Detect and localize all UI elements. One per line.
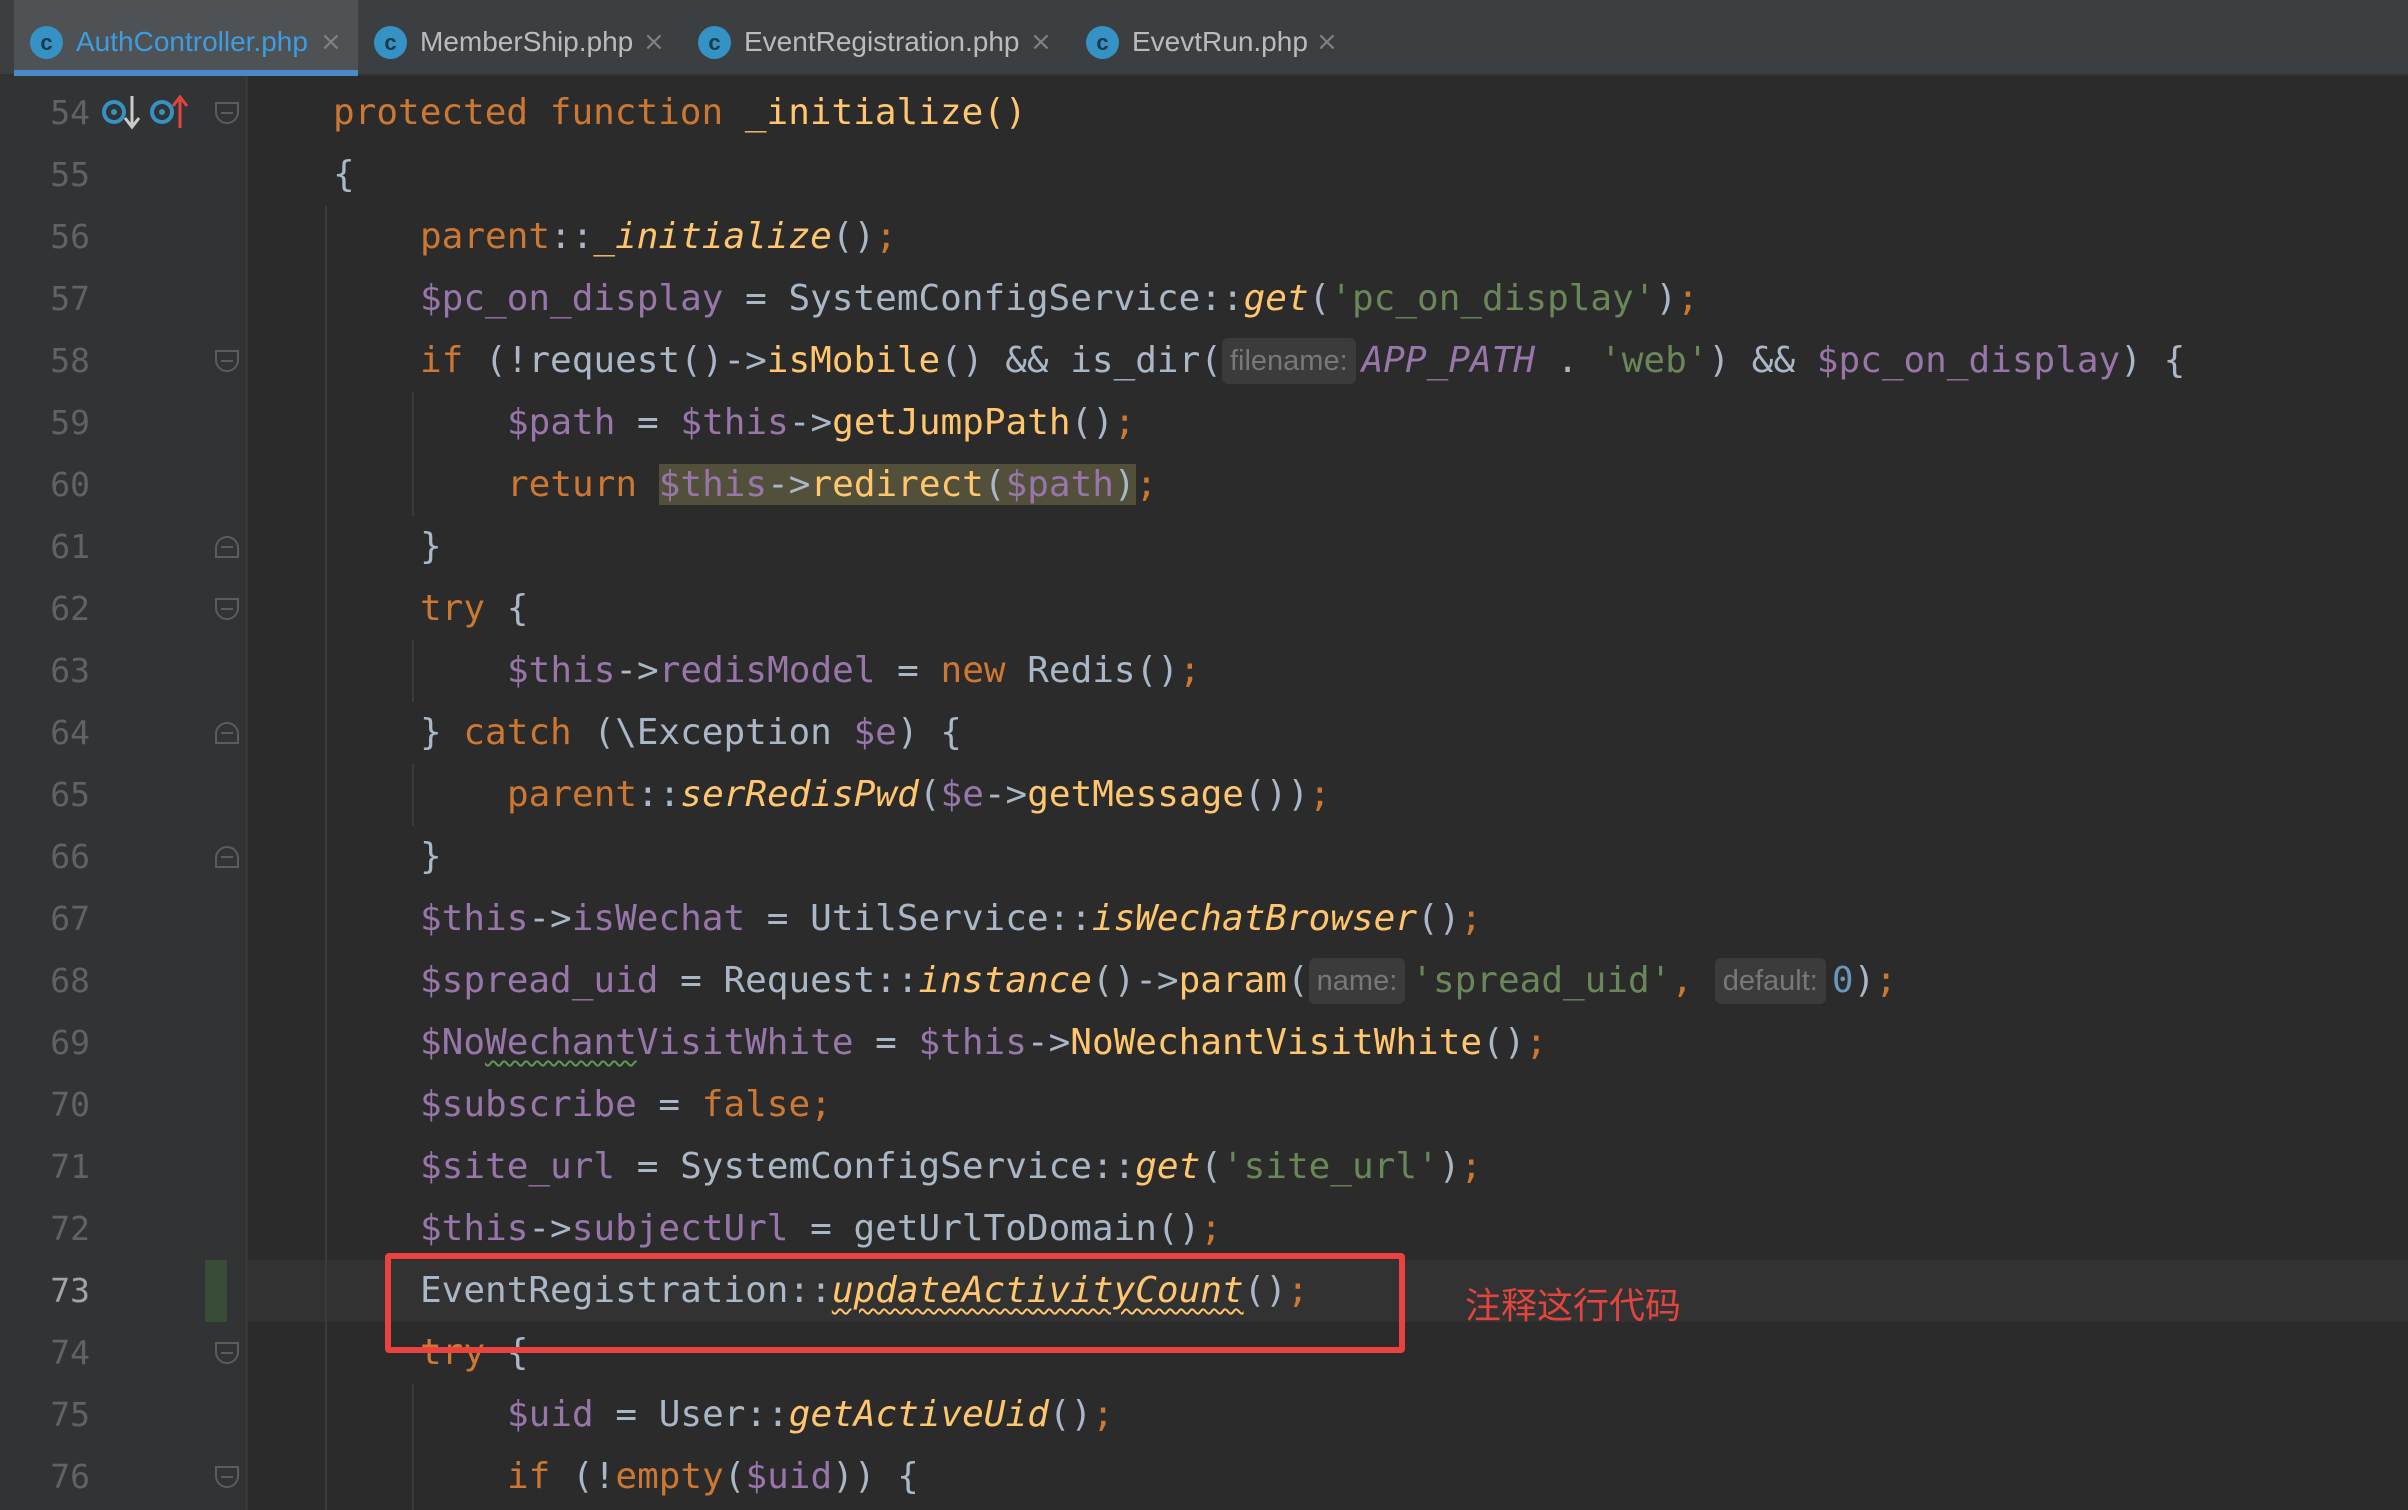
line-number: 63	[50, 651, 90, 690]
vcs-change-marker[interactable]	[205, 1260, 227, 1322]
php-class-icon: c	[698, 26, 731, 59]
code-line-75[interactable]: $uid = User::getActiveUid();	[333, 1384, 1114, 1446]
line-number: 74	[50, 1333, 90, 1372]
line-number: 67	[50, 899, 90, 938]
line-number: 60	[50, 465, 90, 504]
tab-label: EvevtRun.php	[1132, 26, 1308, 57]
line-number: 68	[50, 961, 90, 1000]
return-expression-highlight: $this->redirect($path)	[658, 464, 1136, 505]
code-line-58[interactable]: if (!request()->isMobile() && is_dir(fil…	[333, 330, 2185, 392]
code-line-60[interactable]: return $this->redirect($path);	[333, 454, 1157, 516]
tab-label: EventRegistration.php	[744, 26, 1020, 57]
code-line-71[interactable]: $site_url = SystemConfigService::get('si…	[333, 1136, 1482, 1198]
line-number: 65	[50, 775, 90, 814]
line-number: 71	[50, 1147, 90, 1186]
line-number: 61	[50, 527, 90, 566]
line-number: 72	[50, 1209, 90, 1248]
parameter-hint: name:	[1308, 958, 1406, 1004]
php-class-icon: c	[374, 26, 407, 59]
line-number: 69	[50, 1023, 90, 1062]
tab-evevt-run[interactable]: c EvevtRun.php ×	[1070, 0, 1360, 76]
tab-label: MemberShip.php	[420, 26, 634, 57]
code-line-76[interactable]: if (!empty($uid)) {	[333, 1446, 919, 1508]
line-number: 59	[50, 403, 90, 442]
line-number: 57	[50, 279, 90, 318]
line-number: 56	[50, 217, 90, 256]
code-line-68[interactable]: $spread_uid = Request::instance()->param…	[333, 950, 1897, 1012]
close-icon[interactable]: ×	[1316, 24, 1338, 60]
close-icon[interactable]: ×	[643, 24, 665, 60]
line-number: 76	[50, 1457, 90, 1496]
line-number: 70	[50, 1085, 90, 1124]
code-line-56[interactable]: parent::_initialize();	[333, 206, 897, 268]
code-line-62[interactable]: try {	[333, 578, 528, 640]
annotation-highlight-box	[385, 1253, 1405, 1353]
line-number: 62	[50, 589, 90, 628]
code-line-69[interactable]: $NoWechantVisitWhite = $this->NoWechantV…	[333, 1012, 1547, 1074]
php-class-icon: c	[30, 26, 63, 59]
code-line-72[interactable]: $this->subjectUrl = getUrlToDomain();	[333, 1198, 1222, 1260]
close-icon[interactable]: ×	[320, 24, 342, 60]
overrides-method-icon[interactable]	[148, 90, 192, 134]
indent-guide	[325, 206, 327, 1510]
parameter-hint: default:	[1714, 958, 1826, 1004]
implements-method-icon[interactable]	[100, 90, 144, 134]
line-number: 55	[50, 155, 90, 194]
line-number: 66	[50, 837, 90, 876]
code-line-55[interactable]: {	[333, 144, 355, 206]
code-line-63[interactable]: $this->redisModel = new Redis();	[333, 640, 1201, 702]
code-line-70[interactable]: $subscribe = false;	[333, 1074, 832, 1136]
line-number: 54	[50, 93, 90, 132]
fold-marker-icon[interactable]	[215, 722, 239, 744]
code-line-54[interactable]: protected function _initialize()	[333, 82, 1027, 144]
editor-tab-bar: c AuthController.php × c MemberShip.php …	[0, 0, 2408, 76]
tab-label: AuthController.php	[76, 26, 308, 57]
line-number: 58	[50, 341, 90, 380]
code-line-65[interactable]: parent::serRedisPwd($e->getMessage());	[333, 764, 1331, 826]
code-line-64[interactable]: } catch (\Exception $e) {	[333, 702, 962, 764]
php-class-icon: c	[1086, 26, 1119, 59]
code-line-66[interactable]: }	[333, 826, 442, 888]
line-number: 75	[50, 1395, 90, 1434]
tab-membership[interactable]: c MemberShip.php ×	[358, 0, 678, 76]
line-number: 64	[50, 713, 90, 752]
code-line-57[interactable]: $pc_on_display = SystemConfigService::ge…	[333, 268, 1699, 330]
code-line-61[interactable]: }	[333, 516, 442, 578]
annotation-text: 注释这行代码	[1465, 1286, 1682, 1327]
tab-auth-controller[interactable]: c AuthController.php ×	[14, 0, 358, 76]
tab-event-registration[interactable]: c EventRegistration.php ×	[682, 0, 1062, 76]
close-icon[interactable]: ×	[1030, 24, 1052, 60]
line-number-current: 73	[50, 1271, 90, 1310]
spelling-warning: Wechant	[485, 1022, 637, 1063]
gutter-separator	[246, 76, 247, 1510]
code-line-67[interactable]: $this->isWechat = UtilService::isWechatB…	[333, 888, 1482, 950]
fold-marker-icon[interactable]	[215, 846, 239, 868]
parameter-hint: filename:	[1221, 338, 1356, 384]
code-line-59[interactable]: $path = $this->getJumpPath();	[333, 392, 1136, 454]
fold-marker-icon[interactable]	[215, 536, 239, 558]
